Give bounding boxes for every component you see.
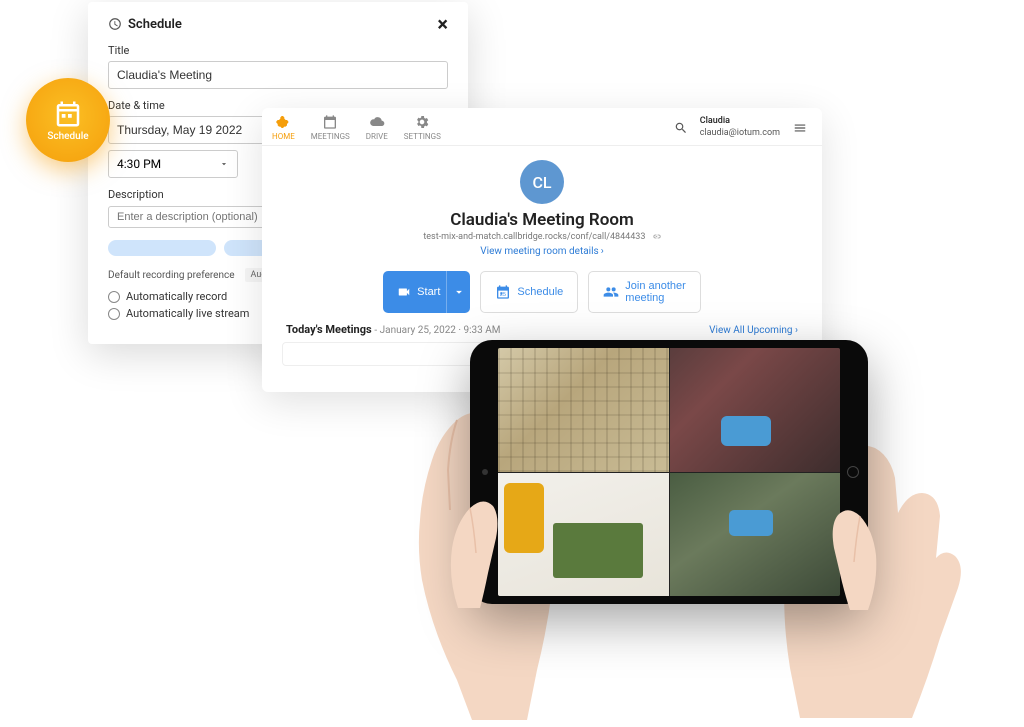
app-topbar: HOME MEETINGS DRIVE SETTINGS Claudia cla…: [262, 108, 822, 146]
modal-title: Schedule: [128, 17, 182, 32]
radio-icon: [108, 291, 120, 303]
video-tile: [670, 348, 841, 472]
start-button[interactable]: Start: [383, 271, 470, 313]
calendar-25-icon: 25: [495, 284, 511, 300]
nav-meetings[interactable]: MEETINGS: [311, 114, 350, 141]
people-icon: [603, 284, 619, 300]
auto-record-label: Automatically record: [126, 290, 227, 303]
time-select[interactable]: 4:30 PM: [108, 150, 238, 178]
view-details-link[interactable]: View meeting room details›: [282, 246, 802, 257]
video-tile: [498, 348, 669, 472]
pill-placeholder: [108, 240, 216, 256]
close-icon[interactable]: ×: [437, 14, 448, 34]
nav-home[interactable]: HOME: [272, 114, 295, 141]
nav-settings[interactable]: SETTINGS: [404, 114, 441, 141]
room-title: Claudia's Meeting Room: [282, 210, 802, 230]
avatar: CL: [520, 160, 564, 204]
title-input[interactable]: [108, 61, 448, 89]
link-icon: [652, 232, 661, 241]
room-url: test-mix-and-match.callbridge.rocks/conf…: [282, 232, 802, 242]
chevron-down-icon: [452, 285, 466, 299]
radio-icon: [108, 308, 120, 320]
schedule-badge-label: Schedule: [47, 131, 88, 142]
tablet-home-button: [847, 466, 859, 478]
view-all-link[interactable]: View All Upcoming ›: [709, 325, 798, 336]
chevron-down-icon: [219, 159, 229, 169]
calendar-icon: [53, 99, 83, 129]
hand-left-thumb: [438, 488, 508, 608]
home-icon: [275, 114, 291, 130]
join-another-button[interactable]: Join another meeting: [588, 271, 701, 313]
search-icon[interactable]: [674, 121, 688, 135]
tablet-device: [470, 340, 868, 604]
user-name: Claudia: [700, 116, 780, 128]
rec-pref-label: Default recording preference: [108, 270, 235, 281]
clock-icon: [108, 17, 122, 31]
video-icon: [397, 285, 411, 299]
title-label: Title: [108, 44, 448, 57]
auto-stream-label: Automatically live stream: [126, 307, 249, 320]
nav-drive[interactable]: DRIVE: [366, 114, 388, 141]
menu-icon[interactable]: [792, 121, 808, 135]
tablet-screen: [498, 348, 840, 596]
time-value: 4:30 PM: [117, 157, 161, 171]
today-meetings-header: Today's Meetings - January 25, 2022 · 9:…: [286, 323, 501, 336]
hand-right-thumb: [818, 500, 888, 610]
user-email: claudia@iotum.com: [700, 128, 780, 140]
video-tile: [670, 473, 841, 597]
chevron-right-icon: ›: [601, 246, 604, 257]
gear-icon: [414, 114, 430, 130]
meetings-icon: [322, 114, 338, 130]
tablet-camera: [482, 469, 488, 475]
schedule-badge[interactable]: Schedule: [26, 78, 110, 162]
schedule-button[interactable]: 25 Schedule: [480, 271, 578, 313]
svg-text:25: 25: [500, 292, 506, 298]
start-dropdown[interactable]: [446, 271, 470, 313]
video-tile: [498, 473, 669, 597]
user-block[interactable]: Claudia claudia@iotum.com: [700, 116, 780, 139]
drive-icon: [369, 114, 385, 130]
